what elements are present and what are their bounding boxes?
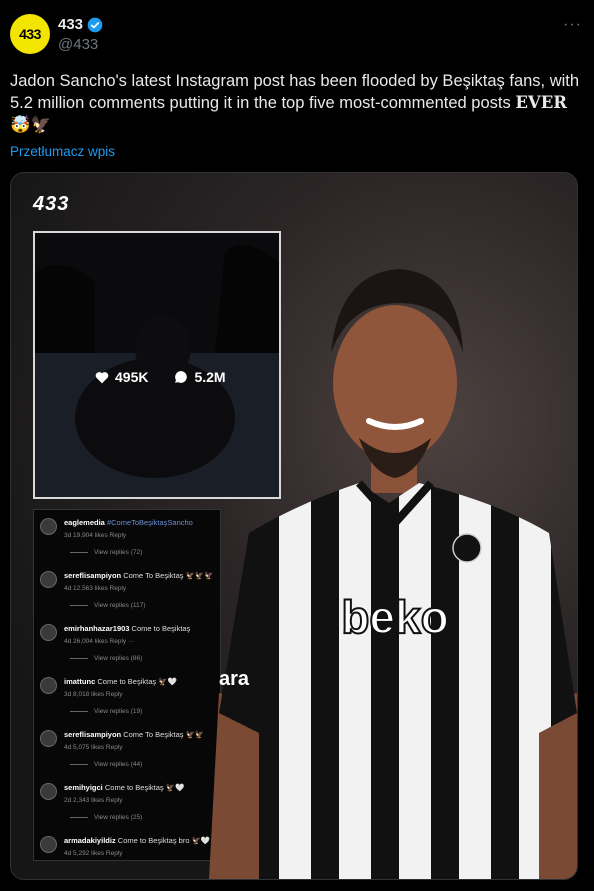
- instagram-stats: 495K 5.2M: [95, 369, 226, 385]
- comment-text-line: armadakiyildiz Come to Beşiktaş bro 🦅🤍: [64, 836, 210, 845]
- club-crest-icon: [452, 533, 482, 563]
- commenter-avatar[interactable]: [40, 730, 57, 747]
- view-replies-link[interactable]: View replies (25): [70, 814, 142, 821]
- comment-username[interactable]: armadakiyildiz: [64, 836, 116, 845]
- tweet-text: Jadon Sancho's latest Instagram post has…: [10, 70, 584, 136]
- commenter-avatar[interactable]: [40, 571, 57, 588]
- comment-body: #ComeToBeşiktaşSancho: [106, 518, 193, 527]
- author-name-row: 433: [58, 16, 103, 33]
- translate-link[interactable]: Przetłumacz wpis: [10, 144, 115, 159]
- player-photo: beko ara: [209, 269, 577, 879]
- commenter-avatar[interactable]: [40, 624, 57, 641]
- comment-username[interactable]: imattunc: [64, 677, 95, 686]
- comment-item: imattunc Come to Beşiktaş 🦅🤍 3d 8,018 lik…: [34, 669, 220, 722]
- tweet-header: 433 433 @433 ···: [10, 14, 584, 58]
- comment-username[interactable]: sereflisampiyon: [64, 730, 121, 739]
- comment-body: Come to Beşiktaş bro 🦅🤍: [117, 836, 211, 845]
- comment-text-line: sereflisampiyon Come To Beşiktaş 🦅🦅: [64, 730, 204, 739]
- commenter-avatar[interactable]: [40, 783, 57, 800]
- comment-body: Come To Beşiktaş 🦅🦅🦅: [123, 571, 214, 580]
- sponsor-logo: beko: [341, 591, 448, 643]
- comment-body: Come to Beşiktaş: [131, 624, 191, 633]
- comment-meta: 3d 8,018 likes Reply: [64, 691, 123, 698]
- media-logo: 433: [33, 193, 70, 215]
- more-options-icon[interactable]: ···: [563, 16, 582, 34]
- comment-text-line: emirhanhazar1903 Come to Beşiktaş: [64, 624, 190, 633]
- sleeve-text: ara: [219, 668, 250, 690]
- commenter-avatar[interactable]: [40, 677, 57, 694]
- comment-body: Come to Beşiktaş 🦅🤍: [97, 677, 177, 686]
- tweet-text-emoji: 🤯🦅: [10, 116, 52, 134]
- comment-item: armadakiyildiz Come to Beşiktaş bro 🦅🤍 4d…: [34, 828, 220, 860]
- comment-item: eaglemedia #ComeToBeşiktaşSancho 3d 19,90…: [34, 510, 220, 563]
- comment-text-line: imattunc Come to Beşiktaş 🦅🤍: [64, 677, 177, 686]
- comment-item: emirhanhazar1903 Come to Beşiktaş 4d 26,0…: [34, 616, 220, 669]
- comment-meta: 4d 5,292 likes Reply: [64, 850, 123, 857]
- comment-meta: 4d 5,075 likes Reply: [64, 744, 123, 751]
- comment-item: sereflisampiyon Come To Beşiktaş 🦅🦅🦅 4d 1…: [34, 563, 220, 616]
- comment-text-line: sereflisampiyon Come To Beşiktaş 🦅🦅🦅: [64, 571, 214, 580]
- comment-text-line: semihyigci Come to Beşiktaş 🦅🤍: [64, 783, 184, 792]
- instagram-comments-list: eaglemedia #ComeToBeşiktaşSancho 3d 19,90…: [33, 509, 221, 861]
- comment-item: sereflisampiyon Come To Beşiktaş 🦅🦅 4d 5,…: [34, 722, 220, 775]
- commenter-avatar[interactable]: [40, 836, 57, 853]
- view-replies-link[interactable]: View replies (72): [70, 549, 142, 556]
- comment-username[interactable]: eaglemedia: [64, 518, 105, 527]
- handle[interactable]: @433: [58, 36, 98, 53]
- comment-username[interactable]: sereflisampiyon: [64, 571, 121, 580]
- view-replies-link[interactable]: View replies (86): [70, 655, 142, 662]
- comment-meta: 4d 26,004 likes Reply ···: [64, 638, 135, 645]
- view-replies-link[interactable]: View replies (117): [70, 602, 145, 609]
- comment-body: Come To Beşiktaş 🦅🦅: [123, 730, 205, 739]
- view-replies-link[interactable]: View replies (44): [70, 761, 142, 768]
- comment-meta: 3d 19,904 likes Reply: [64, 532, 127, 539]
- comment-bubble-icon: [175, 371, 188, 383]
- tweet-text-ever: EVER: [515, 93, 567, 112]
- display-name[interactable]: 433: [58, 16, 83, 33]
- comment-meta: 4d 12,563 likes Reply: [64, 585, 127, 592]
- verified-badge-icon: [87, 17, 103, 32]
- comment-username[interactable]: semihyigci: [64, 783, 103, 792]
- comment-body: Come to Beşiktaş 🦅🤍: [104, 783, 185, 792]
- tweet-media[interactable]: 433 495K 5.2M eaglemedia #ComeToBeşiktaş…: [10, 172, 578, 880]
- avatar[interactable]: 433: [10, 14, 50, 54]
- view-replies-link[interactable]: View replies (19): [70, 708, 142, 715]
- commenter-avatar[interactable]: [40, 518, 57, 535]
- comment-username[interactable]: emirhanhazar1903: [64, 624, 129, 633]
- heart-icon: [95, 371, 109, 383]
- likes-stat: 495K: [95, 369, 148, 385]
- comment-item: semihyigci Come to Beşiktaş 🦅🤍 2d 2,343 l…: [34, 775, 220, 828]
- likes-count: 495K: [115, 369, 149, 385]
- comment-meta: 2d 2,343 likes Reply: [64, 797, 123, 804]
- tweet-text-main: Jadon Sancho's latest Instagram post has…: [10, 72, 580, 112]
- comment-text-line: eaglemedia #ComeToBeşiktaşSancho: [64, 518, 193, 527]
